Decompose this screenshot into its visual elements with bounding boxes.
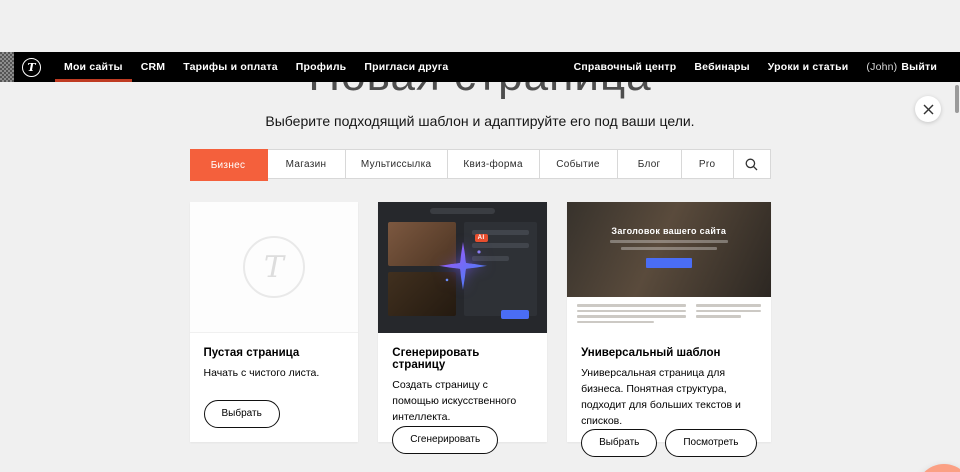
ai-badge: AI [475,234,488,242]
nav-item-my-sites[interactable]: Мои сайты [55,52,132,82]
topbar-nav-right: Справочный центр Вебинары Уроки и статьи… [565,52,946,82]
text-placeholder-bar [577,321,653,324]
card-description: Создать страницу с помощью искусственног… [392,378,533,425]
mini-text-section [567,297,770,333]
scrollbar-thumb[interactable] [955,85,959,113]
page-subtitle: Выберите подходящий шаблон и адаптируйте… [0,113,960,129]
nav-item-crm[interactable]: CRM [132,52,175,82]
tab-shop[interactable]: Магазин [268,150,346,178]
help-button[interactable]: ? [916,464,960,472]
mini-browser-bar [430,208,495,214]
topbar-nav-left: Мои сайты CRM Тарифы и оплата Профиль Пр… [55,52,457,82]
mini-hero-title: Заголовок вашего сайта [567,226,770,236]
nav-item-profile[interactable]: Профиль [287,52,356,82]
tab-business[interactable]: Бизнес [190,149,268,181]
card-body: Пустая страница Начать с чистого листа. … [190,333,359,442]
ai-preview-image: AI [378,202,547,333]
close-icon [923,104,934,115]
nav-item-help-center[interactable]: Справочный центр [565,52,686,82]
nav-item-webinars[interactable]: Вебинары [685,52,758,82]
card-title: Пустая страница [204,347,345,359]
card-description: Универсальная страница для бизнеса. Поня… [581,366,756,429]
card-universal-template[interactable]: Заголовок вашего сайта [567,202,770,442]
close-button[interactable] [915,96,941,122]
preview-universal-button[interactable]: Посмотреть [665,429,756,457]
ai-sparkle-icon [437,240,489,292]
mini-hero-section: Заголовок вашего сайта [567,202,770,297]
texture-pattern [0,52,14,82]
card-ai-generate[interactable]: AI Сгенерировать страницу Создать страни… [378,202,547,442]
tab-event[interactable]: Событие [540,150,618,178]
card-body: Сгенерировать страницу Создать страницу … [378,333,547,467]
text-placeholder-bar [577,315,686,318]
universal-preview-image: Заголовок вашего сайта [567,202,770,333]
card-description: Начать с чистого листа. [204,366,345,382]
card-body: Универсальный шаблон Универсальная стран… [567,333,770,471]
search-icon [745,158,758,171]
template-cards-row: T Пустая страница Начать с чистого листа… [190,202,771,442]
text-placeholder-bar [696,315,741,318]
text-placeholder-bar [610,240,728,243]
select-universal-button[interactable]: Выбрать [581,429,657,457]
text-placeholder-bar [577,304,686,307]
tilda-mark-icon: T [243,236,305,298]
text-placeholder-bar [577,310,686,313]
tilda-logo[interactable]: T [22,58,41,77]
mini-blue-button [646,258,692,268]
generate-button[interactable]: Сгенерировать [392,426,498,454]
text-placeholder-bar [696,310,760,313]
nav-item-invite-friend[interactable]: Пригласи друга [355,52,457,82]
card-title: Универсальный шаблон [581,347,756,359]
text-placeholder-bar [696,304,760,307]
text-placeholder-bar [621,247,717,250]
card-blank-page[interactable]: T Пустая страница Начать с чистого листа… [190,202,359,442]
tab-multilink[interactable]: Мультиссылка [346,150,448,178]
select-blank-button[interactable]: Выбрать [204,400,280,428]
tab-pro[interactable]: Pro [682,150,734,178]
mini-blue-button [501,310,529,319]
nav-item-tariffs[interactable]: Тарифы и оплата [174,52,287,82]
nav-item-logout[interactable]: (John) Выйти [857,52,946,82]
topbar: T Мои сайты CRM Тарифы и оплата Профиль … [0,52,960,82]
card-title: Сгенерировать страницу [392,347,533,371]
blank-page-preview: T [190,202,359,333]
template-category-tabs: Бизнес Магазин Мультиссылка Квиз-форма С… [190,149,771,179]
nav-item-lessons[interactable]: Уроки и статьи [759,52,858,82]
tab-blog[interactable]: Блог [618,150,682,178]
user-name: (John) [866,61,897,73]
logout-label: Выйти [901,61,937,73]
tab-search[interactable] [734,150,770,178]
tab-quiz-form[interactable]: Квиз-форма [448,150,540,178]
